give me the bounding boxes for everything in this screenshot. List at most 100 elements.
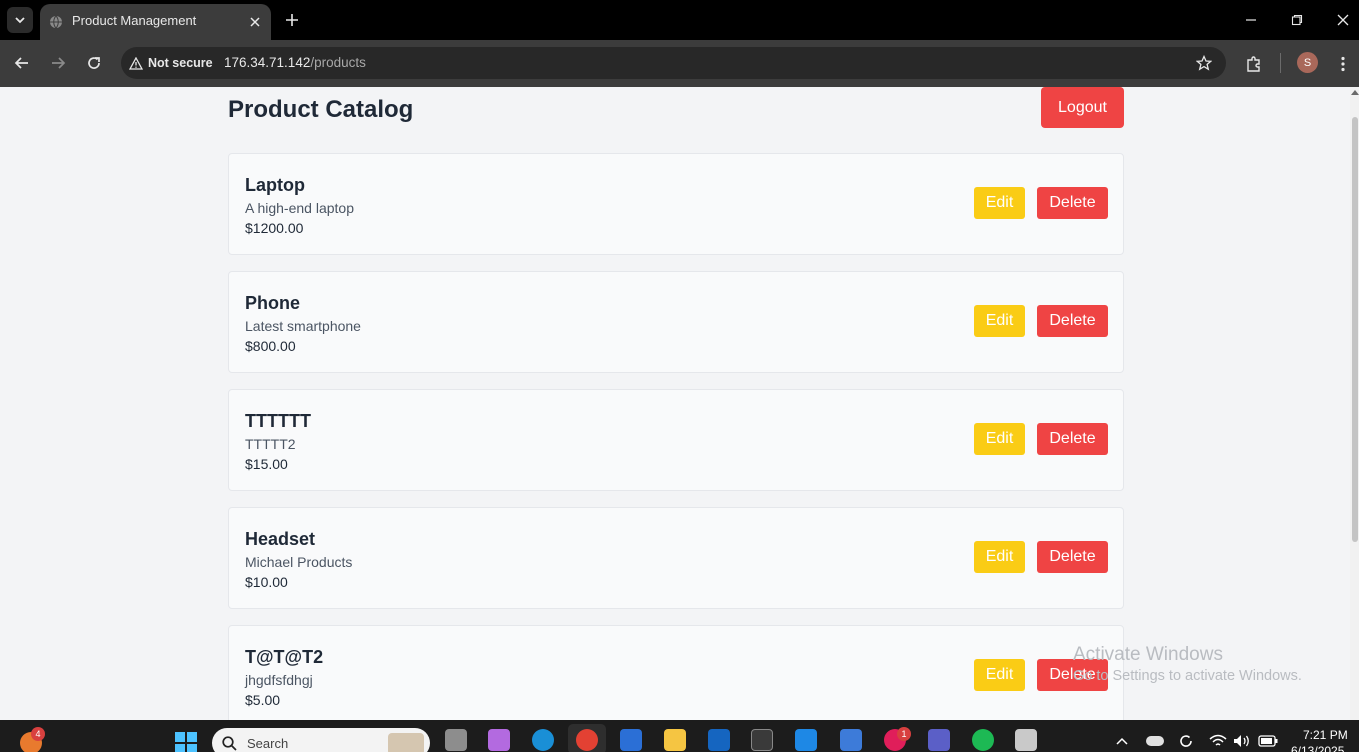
product-price: $5.00 [245,692,281,708]
product-description: TTTTT2 [245,436,296,452]
search-highlight-image [388,733,424,752]
weather-badge: 4 [31,727,45,741]
browser-toolbar: Not secure 176.34.71.142/products [0,40,1359,87]
taskbar-clock-time[interactable]: 7:21 PM [1303,728,1348,742]
product-name: Headset [245,529,316,549]
toolbar-divider [1280,53,1281,73]
star-icon [1196,55,1212,71]
address-bar[interactable]: Not secure 176.34.71.142/products [121,47,1226,79]
product-description: Latest smartphone [245,318,361,334]
battery-icon[interactable] [1258,735,1278,747]
product-description: Michael Products [245,554,353,570]
file-explorer-icon[interactable] [664,729,686,751]
tab-title: Product Management [72,13,197,28]
delete-button[interactable]: Delete [1037,423,1108,455]
onedrive-icon[interactable] [1146,736,1164,746]
page-viewport: Product Catalog Logout Laptop A high-end… [0,87,1350,720]
wifi-icon[interactable] [1209,734,1227,748]
chevron-down-icon [15,17,25,24]
store-icon[interactable] [620,729,642,751]
taskbar-search-input[interactable]: Search [212,728,430,752]
profile-avatar[interactable]: S [1297,52,1318,73]
sync-icon[interactable] [1178,733,1194,749]
windows-start-icon[interactable] [175,732,197,752]
minimize-button[interactable] [1240,9,1262,31]
product-name: Phone [245,293,301,313]
product-price: $1200.00 [245,220,304,236]
product-card: Phone Latest smartphone $800.00 Edit Del… [228,271,1124,373]
search-icon [222,736,237,751]
edit-button[interactable]: Edit [974,541,1025,573]
slack-badge: 1 [897,727,911,741]
globe-icon [50,15,62,29]
spotify-icon[interactable] [972,729,994,751]
vscode-icon[interactable] [795,729,817,751]
arrow-left-icon [14,57,28,69]
network-app-icon[interactable] [840,729,862,751]
close-window-button[interactable] [1332,9,1354,31]
task-view-icon[interactable] [445,729,467,751]
product-name: TTTTTT [245,411,311,431]
page-title: Product Catalog [228,96,414,123]
url-host: 176.34.71.142 [224,55,311,70]
teams-icon[interactable] [928,729,950,751]
arrow-right-icon [52,57,66,69]
browser-menu-button[interactable] [1331,52,1355,76]
product-price: $800.00 [245,338,296,354]
taskbar: 4 Search 1 7:21 PM 6/13/2025 [0,720,1359,752]
reload-icon [88,57,100,69]
volume-icon[interactable] [1233,734,1251,748]
taskbar-clock-date[interactable]: 6/13/2025 [1291,744,1344,752]
edge-icon[interactable] [532,729,554,751]
product-price: $15.00 [245,456,288,472]
edit-button[interactable]: Edit [974,423,1025,455]
browser-titlebar: Product Management [0,0,1359,40]
plus-icon [286,14,298,26]
delete-button[interactable]: Delete [1037,541,1108,573]
product-name: T@T@T2 [245,647,324,667]
product-card: TTTTTT TTTTT2 $15.00 Edit Delete [228,389,1124,491]
delete-button[interactable]: Delete [1037,187,1108,219]
security-label: Not secure [148,56,213,70]
chevron-up-icon[interactable] [1116,737,1128,745]
minimize-icon [1246,19,1256,21]
bookmark-button[interactable] [1194,53,1214,73]
new-tab-button[interactable] [282,10,302,30]
delete-button[interactable]: Delete [1037,305,1108,337]
site-security-chip[interactable]: Not secure [129,53,213,73]
copilot-icon[interactable] [488,729,510,751]
close-icon [250,17,260,27]
url-text[interactable]: 176.34.71.142/products [224,55,366,70]
more-vertical-icon [1341,56,1345,72]
page-scrollbar[interactable] [1350,87,1359,720]
edit-button[interactable]: Edit [974,659,1025,691]
extensions-button[interactable] [1242,52,1266,76]
product-name: Laptop [245,175,305,195]
url-path: /products [310,55,366,70]
forward-button[interactable] [47,52,69,74]
puzzle-icon [1247,56,1260,72]
activation-watermark-title: Activate Windows [1073,644,1223,665]
reload-button[interactable] [83,52,105,74]
snipping-tool-icon[interactable] [1015,729,1037,751]
terminal-icon[interactable] [751,729,773,751]
product-card: Headset Michael Products $10.00 Edit Del… [228,507,1124,609]
product-description: A high-end laptop [245,200,354,216]
search-placeholder: Search [247,736,289,751]
outlook-icon[interactable] [708,729,730,751]
scroll-up-arrow[interactable] [1351,90,1359,95]
logout-button[interactable]: Logout [1041,87,1124,128]
edit-button[interactable]: Edit [974,305,1025,337]
tab-close-button[interactable] [246,13,264,31]
product-description: jhgdfsfdhgj [245,672,313,688]
warning-icon [129,56,143,70]
edit-button[interactable]: Edit [974,187,1025,219]
browser-tab[interactable]: Product Management [40,4,271,40]
restore-button[interactable] [1286,9,1308,31]
product-price: $10.00 [245,574,288,590]
chrome-icon[interactable] [576,729,598,751]
scrollbar-thumb[interactable] [1352,117,1358,542]
tab-search-button[interactable] [7,7,33,33]
back-button[interactable] [11,52,33,74]
activation-watermark-subtitle: Go to Settings to activate Windows. [1073,668,1302,684]
